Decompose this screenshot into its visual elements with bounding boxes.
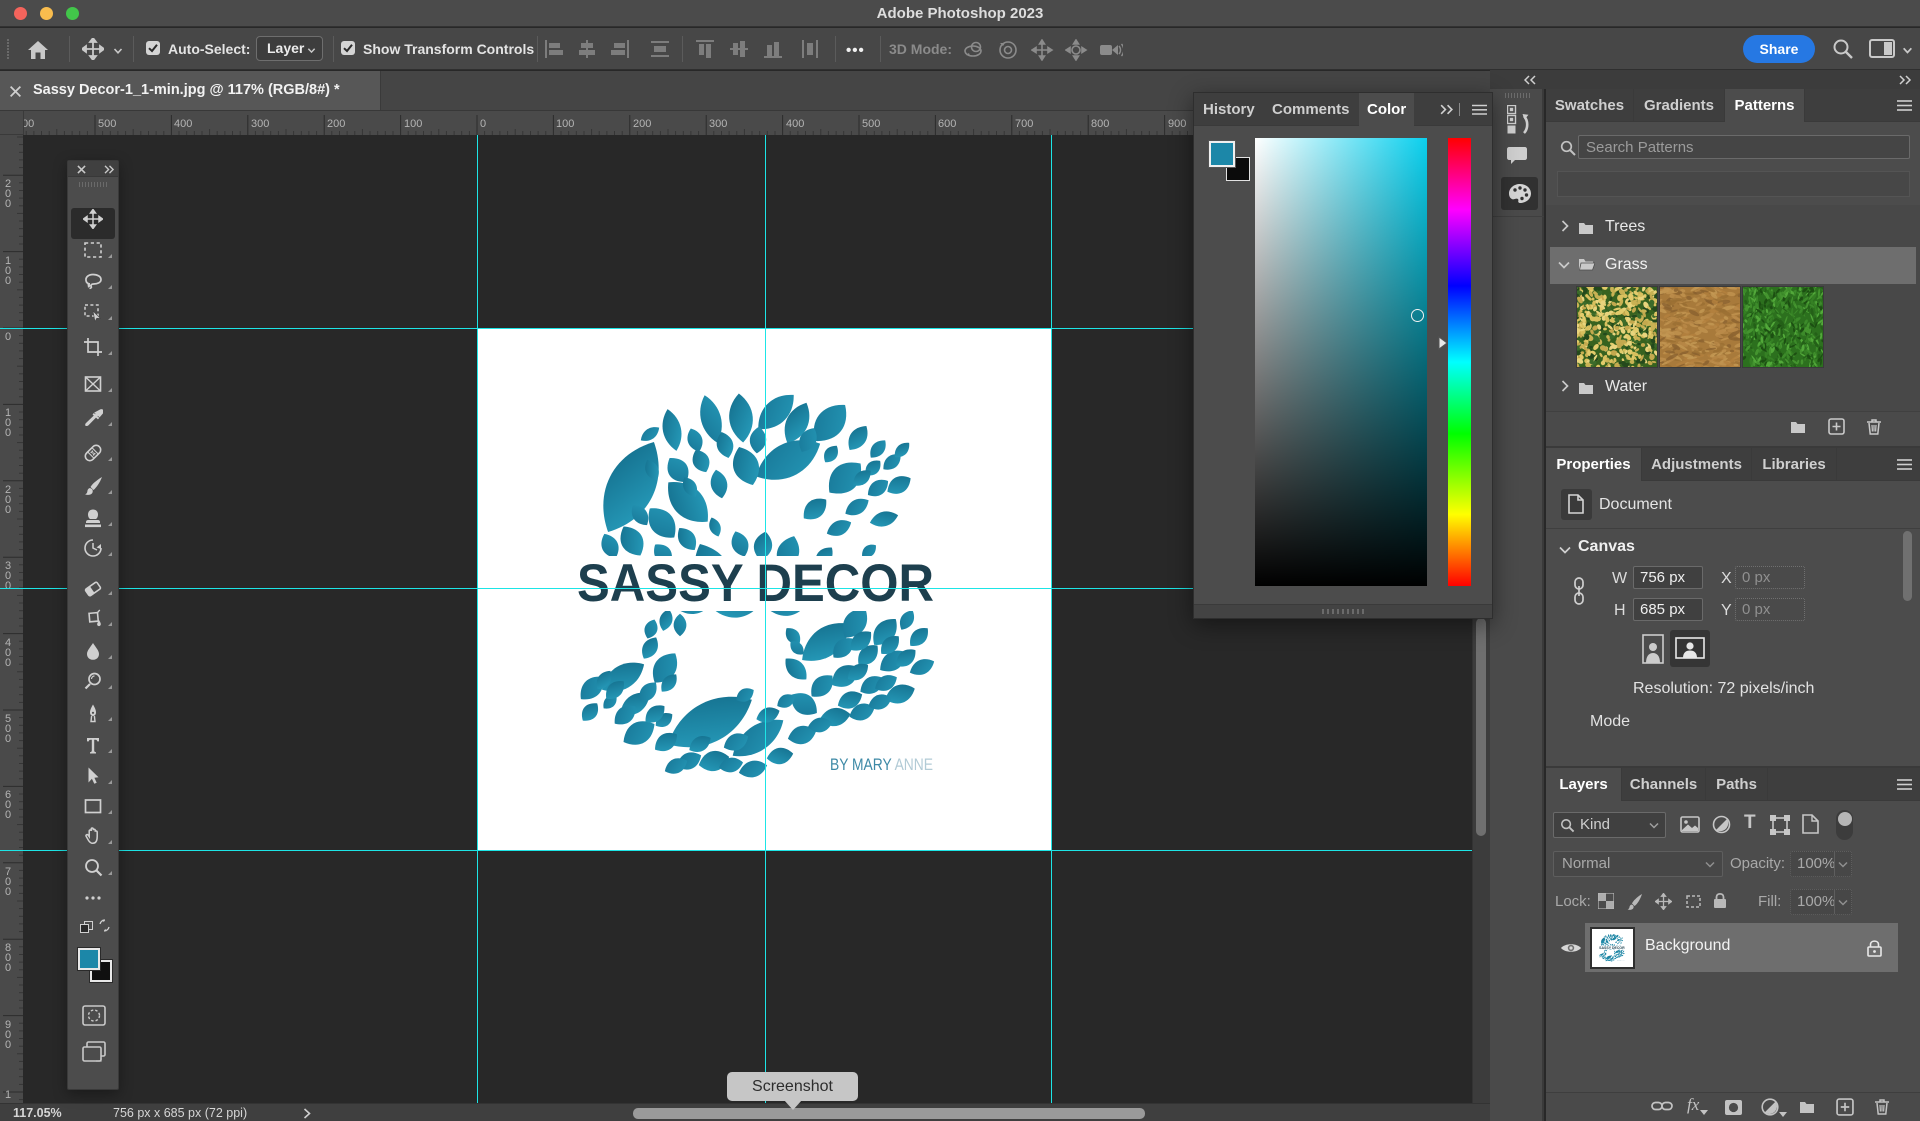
svg-text:600: 600 — [938, 118, 956, 130]
svg-text:SASSY DECOR: SASSY DECOR — [1599, 946, 1625, 950]
svg-text:0: 0 — [5, 1039, 11, 1051]
svg-text:0: 0 — [5, 198, 11, 210]
svg-text:0: 0 — [5, 504, 11, 516]
svg-text:0: 0 — [5, 733, 11, 745]
svg-text:SASSY DECOR: SASSY DECOR — [577, 554, 934, 613]
svg-text:0: 0 — [5, 275, 11, 287]
svg-text:0: 0 — [5, 580, 11, 592]
svg-text:0: 0 — [5, 962, 11, 974]
svg-text:900: 900 — [1168, 118, 1186, 130]
svg-text:100: 100 — [404, 118, 422, 130]
svg-text:500: 500 — [862, 118, 880, 130]
svg-text:0: 0 — [5, 331, 11, 343]
svg-text:300: 300 — [709, 118, 727, 130]
svg-text:0: 0 — [5, 809, 11, 821]
svg-text:0: 0 — [5, 657, 11, 669]
svg-text:800: 800 — [1091, 118, 1109, 130]
svg-text:500: 500 — [98, 118, 116, 130]
svg-text:0: 0 — [5, 886, 11, 898]
svg-text:0: 0 — [480, 118, 486, 130]
svg-text:700: 700 — [1015, 118, 1033, 130]
svg-text:100: 100 — [556, 118, 574, 130]
svg-text:BY MARY ANNE: BY MARY ANNE — [1617, 959, 1625, 962]
svg-text:200: 200 — [327, 118, 345, 130]
svg-text:400: 400 — [786, 118, 804, 130]
svg-text:1: 1 — [5, 1089, 11, 1101]
svg-text:200: 200 — [633, 118, 651, 130]
svg-text:300: 300 — [251, 118, 269, 130]
svg-text:BY MARY ANNE: BY MARY ANNE — [830, 756, 933, 774]
svg-text:0: 0 — [5, 427, 11, 439]
svg-text:400: 400 — [174, 118, 192, 130]
